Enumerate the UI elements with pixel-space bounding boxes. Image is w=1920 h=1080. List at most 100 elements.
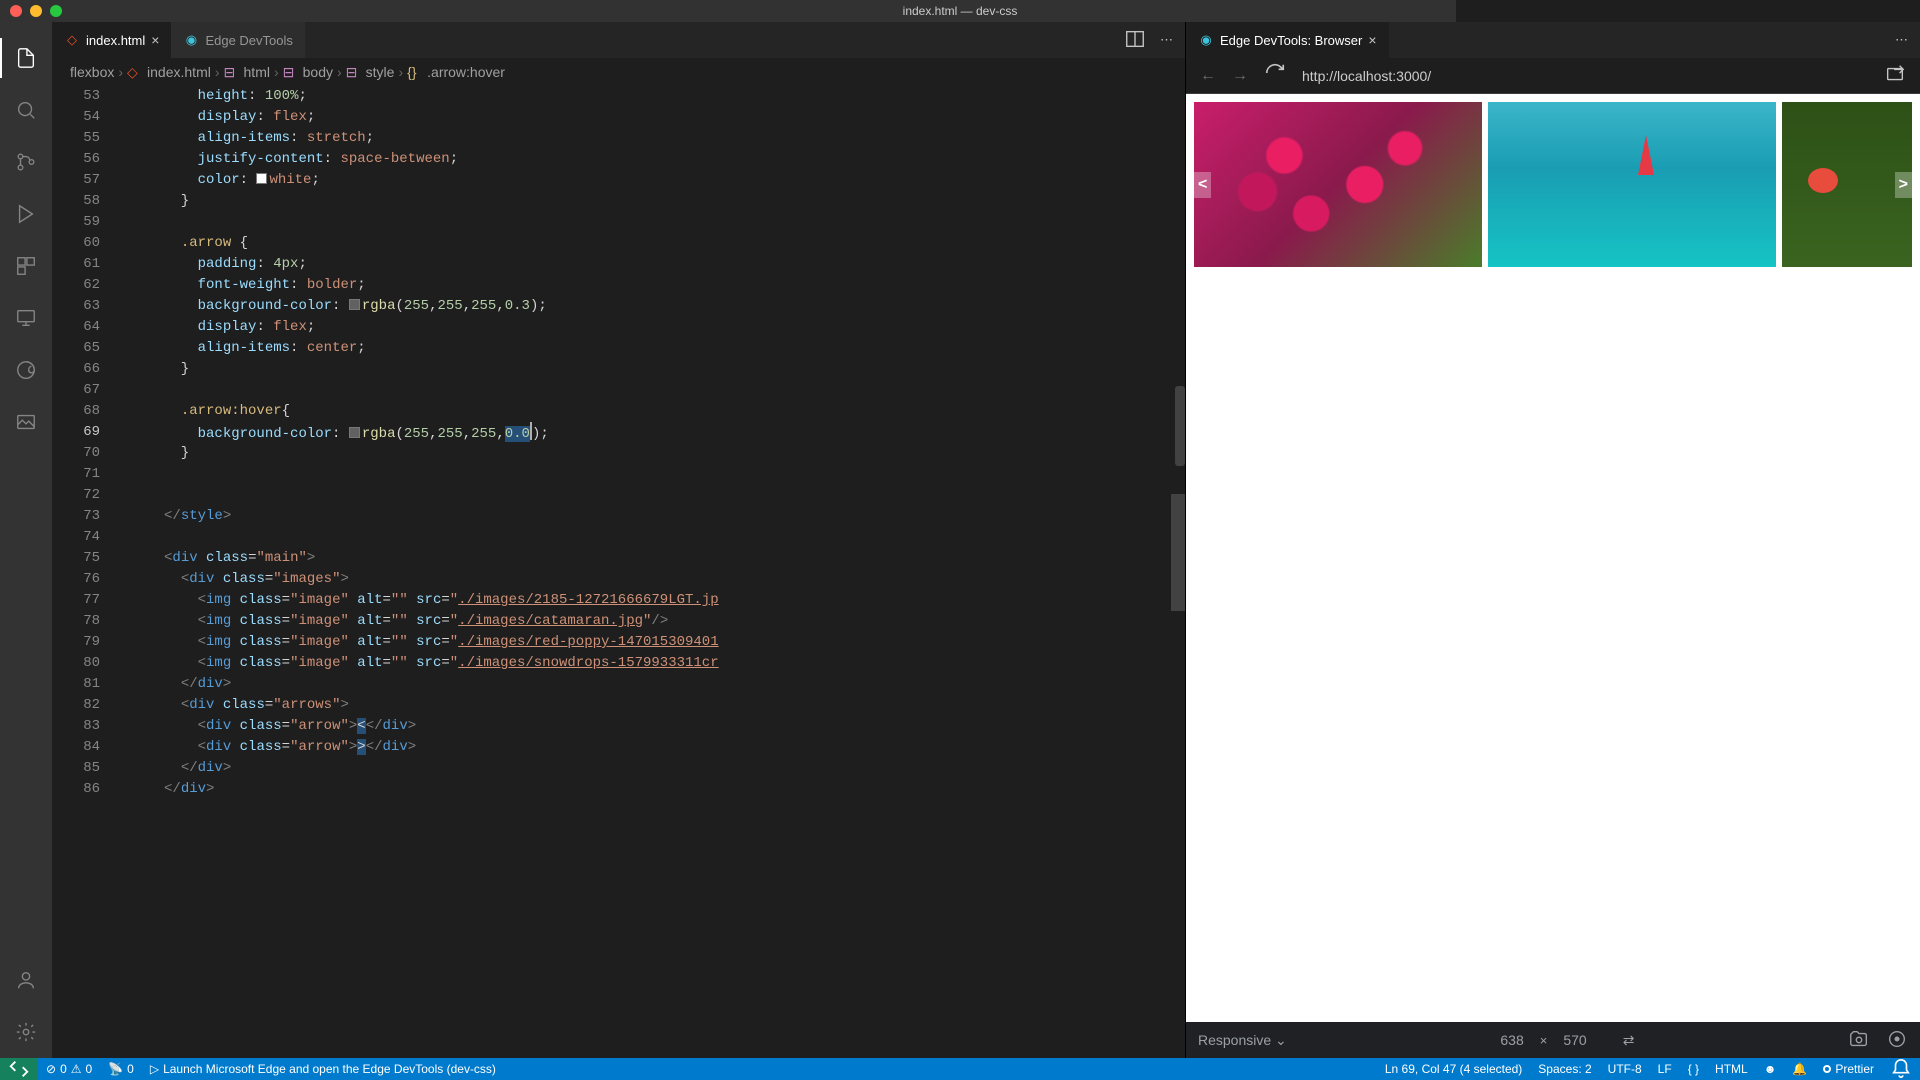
status-bar: ⊘0 ⚠0 📡0 ▷ Launch Microsoft Edge and ope… bbox=[0, 1058, 1920, 1080]
breadcrumb-item[interactable]: html bbox=[244, 64, 270, 80]
devtools-browser-panel: ◉ Edge DevTools: Browser × ⋯ ← → http://… bbox=[1185, 22, 1920, 1058]
cursor-position[interactable]: Ln 69, Col 47 (4 selected) bbox=[1377, 1062, 1530, 1076]
browser-viewport[interactable]: < > bbox=[1186, 94, 1920, 1022]
edge-tools-icon[interactable] bbox=[12, 356, 40, 384]
close-icon[interactable]: × bbox=[151, 32, 159, 48]
remote-explorer-icon[interactable] bbox=[12, 304, 40, 332]
notifications-icon[interactable]: 🔔 bbox=[1784, 1062, 1815, 1076]
forward-button[interactable]: → bbox=[1232, 67, 1248, 85]
eol[interactable]: LF bbox=[1650, 1062, 1680, 1076]
remote-indicator[interactable] bbox=[0, 1058, 38, 1080]
tab-label: Edge DevTools bbox=[205, 33, 292, 48]
minimize-window-icon[interactable] bbox=[30, 5, 42, 17]
window-controls bbox=[10, 5, 62, 17]
device-label: Responsive bbox=[1198, 1032, 1271, 1048]
settings-gear-icon[interactable] bbox=[12, 1018, 40, 1046]
bell-icon[interactable] bbox=[1882, 1058, 1920, 1080]
editor-group: ◇ index.html × ◉ Edge DevTools ⋯ flexbox… bbox=[52, 22, 1185, 1058]
antenna-icon: 📡 bbox=[108, 1062, 123, 1076]
play-icon: ▷ bbox=[150, 1062, 159, 1076]
edge-icon: ◉ bbox=[183, 32, 199, 48]
edge-icon: ◉ bbox=[1198, 32, 1214, 48]
more-actions-icon[interactable]: ⋯ bbox=[1895, 32, 1908, 48]
dimension-separator: × bbox=[1540, 1033, 1548, 1048]
image-preview-icon[interactable] bbox=[12, 408, 40, 436]
rotate-icon[interactable]: ⇄ bbox=[1623, 1032, 1635, 1049]
breadcrumb-item[interactable]: .arrow:hover bbox=[427, 64, 505, 80]
browser-tab-bar: ◉ Edge DevTools: Browser × ⋯ bbox=[1186, 22, 1920, 58]
extensions-icon[interactable] bbox=[12, 252, 40, 280]
warning-icon: ⚠ bbox=[71, 1062, 82, 1076]
problems-indicator[interactable]: ⊘0 ⚠0 bbox=[38, 1062, 100, 1076]
devtools-device-bar: Responsive ⌄ 638 × 570 ⇄ bbox=[1186, 1022, 1920, 1058]
preview-gallery: < > bbox=[1194, 102, 1912, 267]
code-content[interactable]: height: 100%; display: flex; align-items… bbox=[122, 86, 1185, 1058]
viewport-height[interactable]: 570 bbox=[1563, 1032, 1586, 1048]
tab-label: Edge DevTools: Browser bbox=[1220, 33, 1362, 48]
port-icon[interactable]: { } bbox=[1680, 1062, 1707, 1076]
close-window-icon[interactable] bbox=[10, 5, 22, 17]
feedback-icon[interactable]: ☻ bbox=[1756, 1062, 1785, 1076]
back-button[interactable]: ← bbox=[1200, 67, 1216, 85]
gallery-image-poppy bbox=[1782, 102, 1912, 267]
symbol-icon: ⊟ bbox=[224, 64, 240, 81]
minimap[interactable] bbox=[1171, 86, 1185, 1058]
ports-indicator[interactable]: 📡0 bbox=[100, 1062, 142, 1076]
chevron-right-icon: › bbox=[215, 64, 220, 80]
symbol-icon: ⊟ bbox=[283, 64, 299, 81]
chevron-down-icon: ⌄ bbox=[1275, 1032, 1287, 1048]
split-editor-icon[interactable] bbox=[1124, 28, 1146, 53]
more-actions-icon[interactable]: ⋯ bbox=[1160, 32, 1173, 48]
maximize-window-icon[interactable] bbox=[50, 5, 62, 17]
editor-tab-bar: ◇ index.html × ◉ Edge DevTools ⋯ bbox=[52, 22, 1185, 58]
breadcrumb-item[interactable]: index.html bbox=[147, 64, 211, 80]
tab-edge-devtools[interactable]: ◉ Edge DevTools bbox=[171, 22, 304, 58]
browser-toolbar: ← → http://localhost:3000/ bbox=[1186, 58, 1920, 94]
chevron-right-icon: › bbox=[398, 64, 403, 80]
gallery-next-arrow[interactable]: > bbox=[1895, 172, 1912, 198]
breadcrumb-item[interactable]: flexbox bbox=[70, 64, 114, 80]
chevron-right-icon: › bbox=[118, 64, 123, 80]
symbol-icon: ⊟ bbox=[346, 64, 362, 81]
gallery-image-catamaran bbox=[1488, 102, 1776, 267]
tab-index-html[interactable]: ◇ index.html × bbox=[52, 22, 171, 58]
line-number-gutter: 5354555657585960616263646566676869707172… bbox=[52, 86, 122, 1058]
url-bar[interactable]: http://localhost:3000/ bbox=[1302, 68, 1868, 84]
open-external-icon[interactable] bbox=[1884, 63, 1906, 88]
gallery-prev-arrow[interactable]: < bbox=[1194, 172, 1211, 198]
scrollbar-thumb[interactable] bbox=[1175, 386, 1185, 466]
source-control-icon[interactable] bbox=[12, 148, 40, 176]
device-selector[interactable]: Responsive ⌄ bbox=[1198, 1032, 1287, 1049]
html-file-icon: ◇ bbox=[64, 32, 80, 48]
launch-edge-button[interactable]: ▷ Launch Microsoft Edge and open the Edg… bbox=[142, 1062, 504, 1076]
chevron-right-icon: › bbox=[274, 64, 279, 80]
code-editor[interactable]: 5354555657585960616263646566676869707172… bbox=[52, 86, 1185, 1058]
accounts-icon[interactable] bbox=[12, 966, 40, 994]
indentation[interactable]: Spaces: 2 bbox=[1530, 1062, 1599, 1076]
screenshot-icon[interactable] bbox=[1848, 1028, 1870, 1053]
breadcrumb-item[interactable]: style bbox=[366, 64, 395, 80]
tab-devtools-browser[interactable]: ◉ Edge DevTools: Browser × bbox=[1186, 22, 1389, 58]
symbol-icon: {} bbox=[407, 64, 423, 80]
close-icon[interactable]: × bbox=[1368, 32, 1376, 48]
check-icon bbox=[1823, 1065, 1831, 1073]
activity-bar bbox=[0, 22, 52, 1058]
breadcrumb-item[interactable]: body bbox=[303, 64, 333, 80]
error-icon: ⊘ bbox=[46, 1062, 56, 1076]
inspect-icon[interactable] bbox=[1886, 1028, 1908, 1053]
titlebar: index.html — dev-css bbox=[0, 0, 1456, 22]
chevron-right-icon: › bbox=[337, 64, 342, 80]
encoding[interactable]: UTF-8 bbox=[1600, 1062, 1650, 1076]
prettier-status[interactable]: Prettier bbox=[1815, 1062, 1882, 1076]
language-mode[interactable]: HTML bbox=[1707, 1062, 1756, 1076]
gallery-image-flowers bbox=[1194, 102, 1482, 267]
run-debug-icon[interactable] bbox=[12, 200, 40, 228]
window-title: index.html — dev-css bbox=[903, 4, 1018, 18]
explorer-icon[interactable] bbox=[12, 44, 40, 72]
viewport-width[interactable]: 638 bbox=[1500, 1032, 1523, 1048]
reload-icon[interactable] bbox=[1264, 62, 1286, 89]
html-file-icon: ◇ bbox=[127, 64, 143, 81]
search-icon[interactable] bbox=[12, 96, 40, 124]
breadcrumbs[interactable]: flexbox › ◇ index.html › ⊟ html › ⊟ body… bbox=[52, 58, 1185, 86]
tab-label: index.html bbox=[86, 33, 145, 48]
